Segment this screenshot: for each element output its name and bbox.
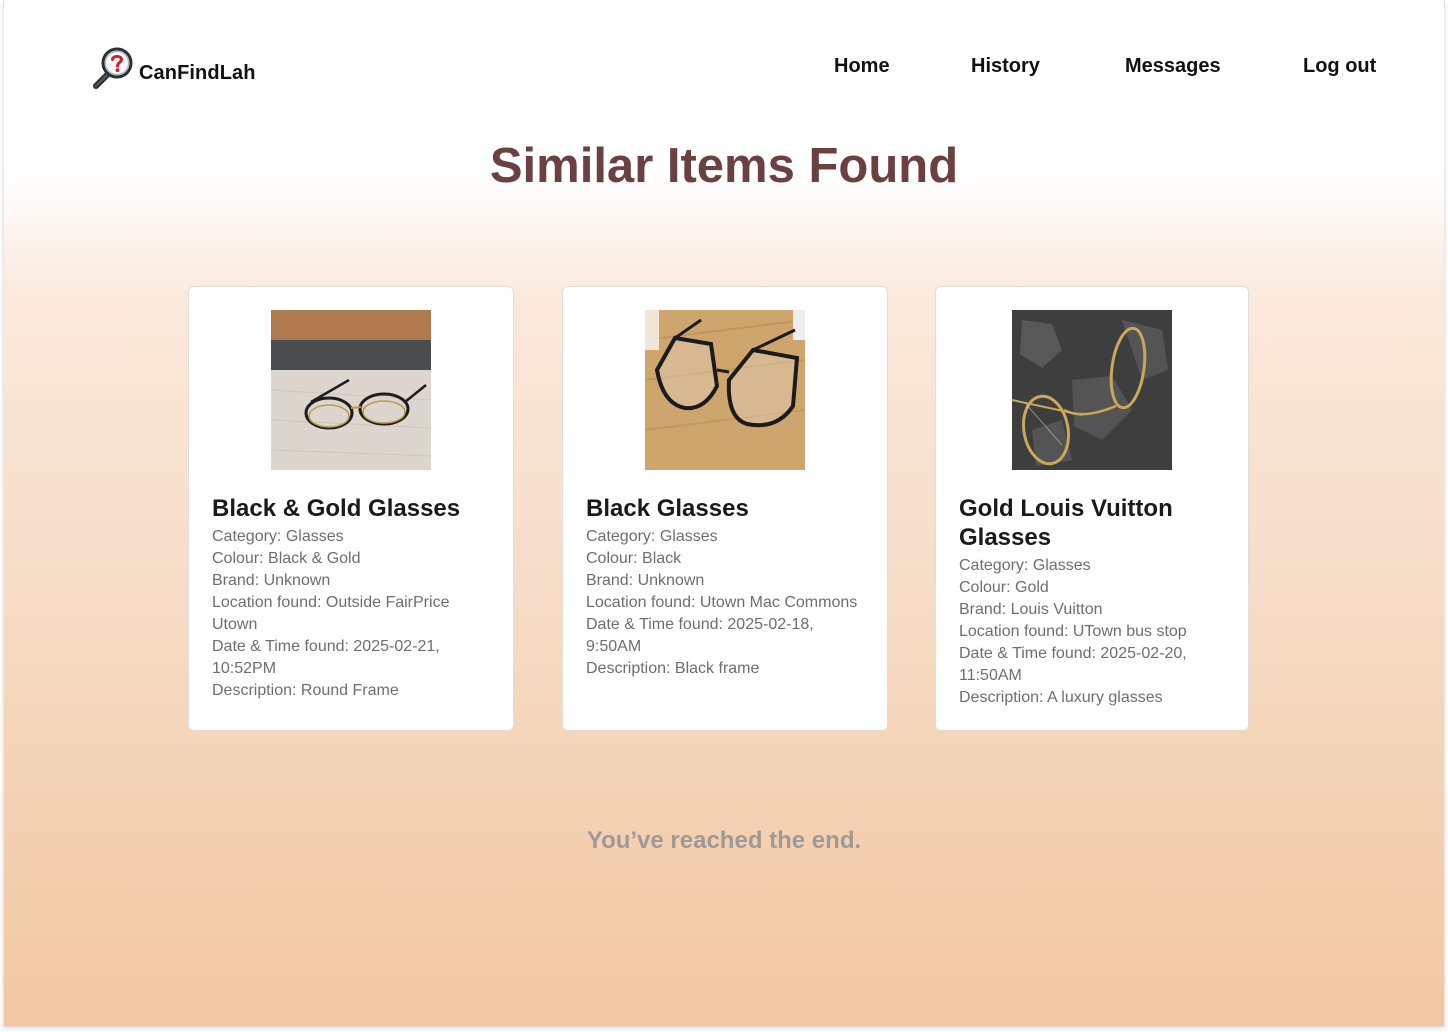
nav-home[interactable]: Home — [834, 54, 890, 78]
item-photo — [1012, 310, 1172, 470]
item-title: Black Glasses — [586, 495, 749, 522]
item-colour: Colour: Gold — [959, 579, 1049, 596]
item-brand: Brand: Louis Vuitton — [959, 601, 1103, 618]
item-brand: Brand: Unknown — [586, 572, 705, 589]
item-datetime: Date & Time found: 2025-02-21, 10:52PM — [212, 638, 440, 677]
brand-logo[interactable]: CanFindLah — [88, 44, 256, 92]
item-details: Category: Glasses Colour: Gold Brand: Lo… — [959, 555, 1225, 709]
item-location: Location found: Outside FairPrice Utown — [212, 594, 450, 633]
item-datetime: Date & Time found: 2025-02-20, 11:50AM — [959, 645, 1187, 684]
item-description: Description: Black frame — [586, 660, 760, 677]
item-card[interactable]: Black Glasses Category: Glasses Colour: … — [562, 286, 888, 731]
item-category: Category: Glasses — [959, 557, 1091, 574]
item-card[interactable]: Gold Louis Vuitton Glasses Category: Gla… — [935, 286, 1249, 731]
item-details: Category: Glasses Colour: Black & Gold B… — [212, 526, 490, 702]
page-title: Similar Items Found — [489, 139, 959, 193]
item-photo — [271, 310, 431, 470]
item-colour: Colour: Black & Gold — [212, 550, 361, 567]
item-card[interactable]: Black & Gold Glasses Category: Glasses C… — [188, 286, 514, 731]
page-frame: CanFindLah Home History Messages Log out… — [3, 0, 1445, 1027]
nav-messages[interactable]: Messages — [1125, 54, 1221, 78]
item-category: Category: Glasses — [212, 528, 344, 545]
item-description: Description: Round Frame — [212, 682, 399, 699]
item-title: Black & Gold Glasses — [212, 495, 461, 522]
item-title: Gold Louis Vuitton Glasses — [959, 495, 1173, 551]
item-location: Location found: UTown bus stop — [959, 623, 1187, 640]
nav-history[interactable]: History — [971, 54, 1040, 78]
brand-name: CanFindLah — [139, 61, 256, 84]
item-colour: Colour: Black — [586, 550, 682, 567]
item-category: Category: Glasses — [586, 528, 718, 545]
item-details: Category: Glasses Colour: Black Brand: U… — [586, 526, 864, 680]
item-location: Location found: Utown Mac Commons — [586, 594, 858, 611]
end-of-list-message: You’ve reached the end. — [586, 827, 862, 854]
magnifier-question-icon — [93, 47, 133, 89]
item-photo — [645, 310, 805, 470]
item-datetime: Date & Time found: 2025-02-18, 9:50AM — [586, 616, 814, 655]
nav-log-out[interactable]: Log out — [1303, 54, 1376, 78]
item-brand: Brand: Unknown — [212, 572, 331, 589]
item-description: Description: A luxury glasses — [959, 689, 1163, 706]
